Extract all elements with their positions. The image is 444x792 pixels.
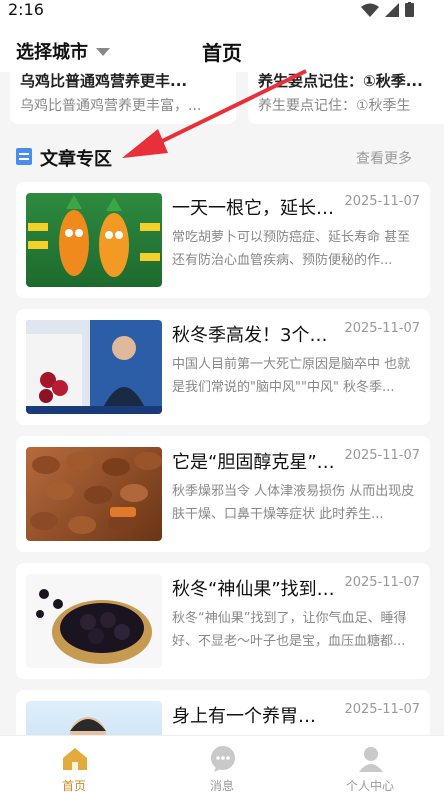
article-summary: 中国人目前第一大死亡原因是脑卒中 也就是我们常说的"脑中风""中风" 秋冬季..… <box>172 357 411 395</box>
top-cards: 乌鸡比普通鸡营养更丰... 乌鸡比普通鸡营养更丰富，... 养生要点记住：①秋季… <box>0 72 444 126</box>
article-date: 2025-11-07 <box>344 321 420 336</box>
article-title: 它是“胆固醇克星”… <box>172 452 335 473</box>
home-icon <box>63 748 87 770</box>
article-card[interactable]: 一天一根它，延长寿命… 2025-11-07 常吃胡萝卜可以预防癌症、延长寿命 … <box>16 182 430 298</box>
article-title: 一天一根它，延长寿命… <box>172 198 350 219</box>
news-anchor-image <box>26 320 162 414</box>
nav-home[interactable]: 首页 <box>0 736 148 792</box>
top-card[interactable]: 养生要点记住：①秋季... 养生要点记住：①秋季生 <box>248 72 444 124</box>
top-card-subtitle: 养生要点记住：①秋季生 <box>258 98 411 114</box>
nuts-image <box>30 452 162 534</box>
section-title: 文章专区 <box>40 149 112 170</box>
article-card[interactable]: 秋冬“神仙果”找到… 2025-11-07 秋冬“神仙果”找到了，让你气血足、睡… <box>16 563 430 679</box>
status-bar: 2:16 <box>0 0 444 22</box>
article-section-header: 文章专区 查看更多 <box>0 136 444 176</box>
article-thumbnail <box>26 193 162 287</box>
document-icon <box>16 148 32 165</box>
article-thumbnail <box>26 447 162 541</box>
article-title: 身上有一个养胃… <box>172 706 316 727</box>
article-list: 一天一根它，延长寿命… 2025-11-07 常吃胡萝卜可以预防癌症、延长寿命 … <box>16 182 430 792</box>
nav-profile-label: 个人中心 <box>345 779 394 792</box>
app-header: 选择城市 首页 <box>0 22 444 72</box>
view-more-link[interactable]: 查看更多 <box>356 148 412 168</box>
article-summary: 常吃胡萝卜可以预防癌症、延长寿命 甚至还有防治心血管疾病、预防便秘的作... <box>172 230 411 268</box>
article-date: 2025-11-07 <box>344 575 420 590</box>
top-card-subtitle: 乌鸡比普通鸡营养更丰富，... <box>20 98 202 114</box>
article-title: 秋冬季高发！3个… <box>172 325 328 346</box>
top-card-title: 养生要点记住：①秋季... <box>258 72 423 90</box>
nav-home-label: 首页 <box>61 779 86 792</box>
article-summary: 秋季燥邪当令 人体津液易损伤 从而出现皮肤干燥、口鼻干燥等症状 此时养生... <box>172 484 415 522</box>
article-date: 2025-11-07 <box>344 448 420 463</box>
page-title: 首页 <box>202 41 242 65</box>
article-card[interactable]: 秋冬季高发！3个… 2025-11-07 中国人目前第一大死亡原因是脑卒中 也就… <box>16 309 430 425</box>
article-title: 秋冬“神仙果”找到… <box>172 579 335 600</box>
wifi-icon <box>361 3 379 17</box>
article-thumbnail <box>26 320 162 414</box>
article-card[interactable]: 它是“胆固醇克星”… 2025-11-07 秋季燥邪当令 人体津液易损伤 从而出… <box>16 436 430 552</box>
top-card-title: 乌鸡比普通鸡营养更丰... <box>20 72 188 90</box>
bottom-nav: 首页 消息 个人中心 <box>0 735 444 792</box>
signal-icon <box>385 2 399 17</box>
nav-messages[interactable]: 消息 <box>148 736 296 792</box>
status-icons <box>361 2 414 17</box>
carrot-image <box>28 195 160 277</box>
top-card[interactable]: 乌鸡比普通鸡营养更丰... 乌鸡比普通鸡营养更丰富，... <box>10 72 236 124</box>
article-date: 2025-11-07 <box>344 702 420 717</box>
status-time: 2:16 <box>8 0 44 19</box>
nav-profile[interactable]: 个人中心 <box>296 736 444 792</box>
article-summary: 秋冬“神仙果”找到了，让你气血足、睡得好、不显老～叶子也是宝，血压血糖都... <box>172 611 407 649</box>
nav-messages-label: 消息 <box>209 779 234 792</box>
battery-icon <box>405 2 414 17</box>
mulberry-image <box>36 589 152 664</box>
article-date: 2025-11-07 <box>344 194 420 209</box>
profile-icon <box>359 747 383 772</box>
article-thumbnail <box>26 574 162 668</box>
message-icon <box>211 746 235 772</box>
